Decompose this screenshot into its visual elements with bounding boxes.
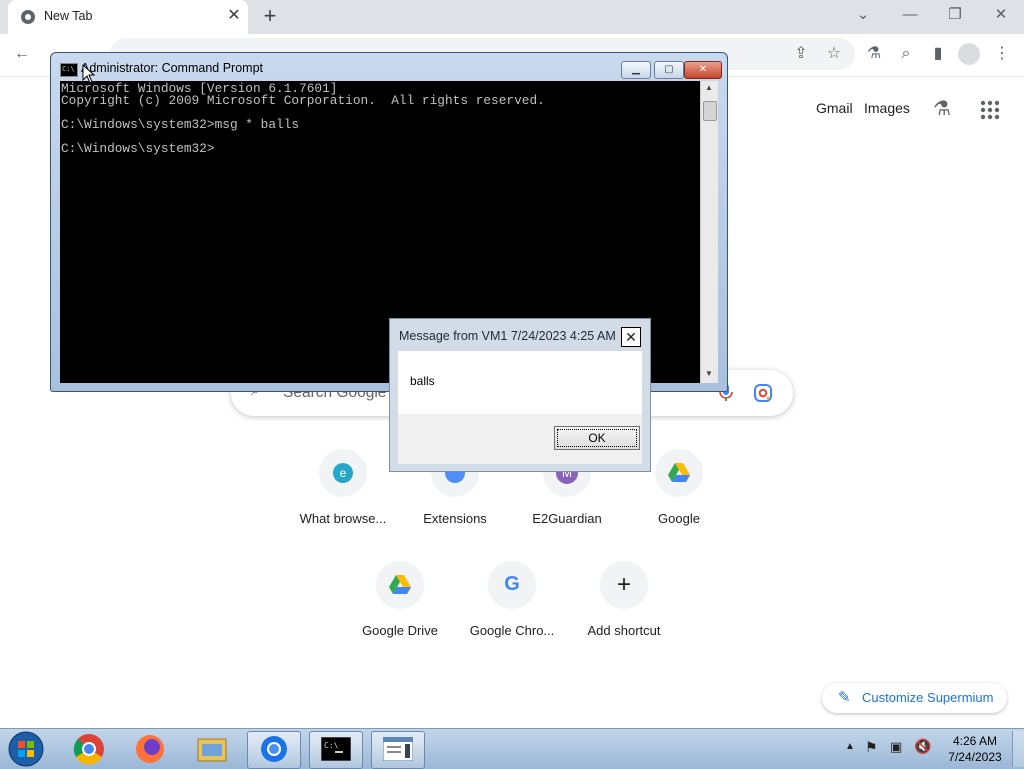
close-button[interactable]: ✕	[684, 61, 722, 79]
customize-button[interactable]: ✎ Customize Supermium	[822, 683, 1007, 713]
mouse-cursor-icon	[82, 64, 96, 84]
share-icon[interactable]: ⇪	[789, 42, 813, 66]
taskbar-chrome[interactable]	[63, 731, 115, 767]
network-icon[interactable]: ▣	[890, 739, 902, 755]
firefox-icon	[136, 735, 164, 763]
dialog-title: Message from VM1 7/24/2023 4:25 AM	[399, 329, 616, 343]
close-tab-icon[interactable]: ✕	[224, 6, 244, 26]
chrome-icon	[73, 734, 104, 765]
restore-button[interactable]: ❐	[942, 4, 968, 28]
menu-kebab-icon[interactable]: ⋮	[990, 42, 1014, 66]
lens-search-icon[interactable]	[754, 384, 772, 402]
cmd-icon: C:\	[60, 63, 78, 77]
taskbar-supermium[interactable]	[247, 731, 301, 769]
window-title: Administrator: Command Prompt	[81, 61, 264, 75]
svg-text:C:\: C:\	[324, 741, 339, 750]
side-panel-icon[interactable]: ▮	[926, 42, 950, 66]
labs-icon[interactable]: ⚗	[930, 96, 954, 120]
tab-search-icon[interactable]: ⌄	[850, 4, 876, 28]
shortcut-tile[interactable]: G Google Chro...	[456, 561, 568, 661]
search-icon[interactable]: ⌕	[894, 42, 918, 66]
minimize-button[interactable]: ▁	[621, 61, 651, 79]
taskbar-command-prompt[interactable]: C:\	[309, 731, 363, 769]
new-tab-button[interactable]: +	[258, 5, 282, 29]
pencil-icon: ✎	[838, 689, 851, 706]
add-shortcut-tile[interactable]: + Add shortcut	[568, 561, 680, 661]
volume-muted-icon[interactable]: 🔇	[914, 738, 931, 755]
chrome-icon	[21, 10, 35, 24]
shortcut-label: Extensions	[423, 511, 487, 526]
google-drive-icon	[655, 449, 703, 497]
shortcut-label: Google Drive	[362, 623, 438, 638]
console-line: C:\Windows\system32>	[61, 141, 215, 156]
profile-avatar-icon[interactable]	[957, 42, 981, 66]
google-g-icon: G	[488, 561, 536, 609]
show-desktop-button[interactable]	[1012, 731, 1024, 767]
tab-new-tab[interactable]: New Tab ✕	[8, 0, 248, 34]
message-dialog[interactable]: Message from VM1 7/24/2023 4:25 AM ✕ bal…	[389, 318, 651, 472]
scroll-down-icon[interactable]: ▼	[705, 369, 713, 378]
scroll-thumb[interactable]	[703, 101, 717, 121]
clock-time: 4:26 AM	[952, 734, 998, 748]
shortcut-label: What browse...	[299, 511, 387, 526]
folder-icon	[197, 738, 227, 762]
gmail-link[interactable]: Gmail	[816, 100, 853, 116]
apps-grid-icon[interactable]	[980, 100, 1000, 120]
maximize-button[interactable]: ▢	[654, 61, 684, 79]
system-clock[interactable]: 4:26 AM 7/24/2023	[940, 733, 1010, 765]
vertical-scrollbar[interactable]: ▲ ▼	[700, 81, 718, 383]
bookmark-star-icon[interactable]: ☆	[822, 42, 846, 66]
ok-button[interactable]: OK	[554, 426, 640, 450]
dialog-footer: OK	[398, 414, 642, 464]
shortcut-label: Google Chro...	[469, 623, 555, 638]
action-center-flag-icon[interactable]: ⚑	[865, 739, 878, 756]
taskbar: C:\ ▲ ⚑ ▣ 🔇 4:26 AM 7/24/2023	[0, 728, 1024, 769]
shortcut-label: Add shortcut	[587, 623, 661, 638]
taskbar-firefox[interactable]	[124, 731, 176, 767]
minimize-button[interactable]: —	[897, 4, 923, 28]
globe-icon: e	[319, 449, 367, 497]
customize-label: Customize Supermium	[862, 690, 994, 705]
labs-flask-icon[interactable]: ⚗	[862, 42, 886, 66]
clock-date: 7/24/2023	[948, 750, 1002, 764]
message-text: balls	[410, 374, 435, 388]
dialog-body: balls	[398, 351, 642, 414]
shortcut-label: Google	[658, 511, 700, 526]
shortcut-tile[interactable]: e What browse...	[287, 449, 399, 549]
console-line: Copyright (c) 2009 Microsoft Corporation…	[61, 93, 545, 108]
show-hidden-icons[interactable]: ▲	[845, 741, 855, 752]
window-icon	[383, 737, 413, 761]
tab-title: New Tab	[44, 9, 93, 23]
tab-strip: New Tab ✕ + ⌄ — ❐ ✕	[0, 0, 1024, 34]
images-link[interactable]: Images	[864, 100, 910, 116]
supermium-icon	[261, 736, 287, 762]
taskbar-message-window[interactable]	[371, 731, 425, 769]
start-button-icon[interactable]	[6, 730, 46, 768]
back-icon[interactable]: ←	[10, 42, 34, 66]
scroll-up-icon[interactable]: ▲	[705, 83, 713, 92]
taskbar-explorer[interactable]	[186, 731, 238, 767]
cmd-icon: C:\	[321, 737, 351, 761]
console-line: C:\Windows\system32>msg * balls	[61, 117, 300, 132]
google-drive-icon	[376, 561, 424, 609]
shortcut-tile[interactable]: Google Drive	[344, 561, 456, 661]
close-icon[interactable]: ✕	[621, 327, 641, 347]
shortcut-label: E2Guardian	[532, 511, 602, 526]
plus-icon: +	[600, 561, 648, 609]
close-window-button[interactable]: ✕	[988, 4, 1014, 28]
